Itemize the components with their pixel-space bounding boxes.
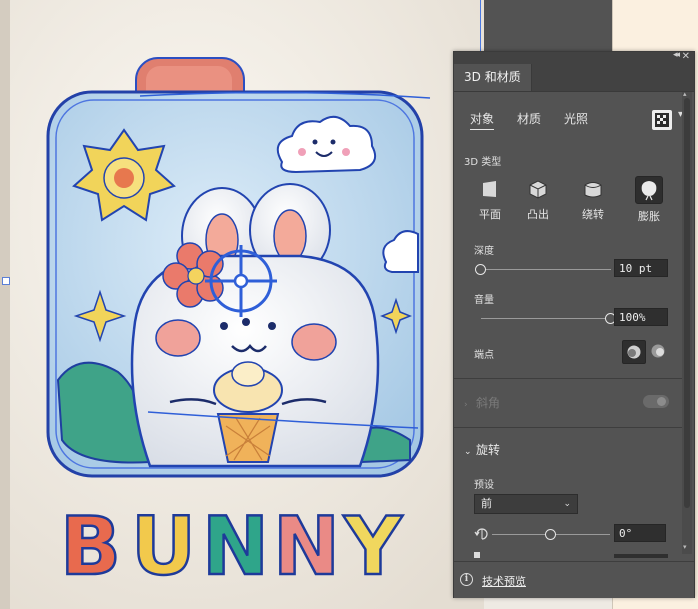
type-inflate-button[interactable]: 膨胀 (629, 176, 669, 224)
next-row-clipped (474, 548, 674, 558)
volume-slider-track[interactable] (481, 318, 611, 319)
bunny-letter: N (273, 500, 340, 593)
rotation-label: 旋转 (476, 443, 501, 457)
volume-input[interactable]: 100% (614, 308, 668, 326)
chevron-down-icon: ⌄ (464, 447, 472, 457)
cap-off-icon (651, 344, 665, 358)
tab-3d-materials[interactable]: 3D 和材质 (454, 64, 532, 91)
chevron-right-icon: › (464, 400, 468, 410)
3d-type-label: 3D 类型 (464, 157, 502, 168)
cap-on-button[interactable] (622, 340, 646, 364)
panel-tabbar: 3D 和材质 (454, 64, 694, 92)
bunny-letter: B (60, 500, 121, 593)
bunny-letter: Y (343, 500, 403, 593)
scroll-down-icon[interactable]: ▾ (683, 543, 687, 551)
type-plane-button[interactable]: 平面 (470, 176, 510, 222)
chevron-down-icon: ⌄ (563, 499, 571, 509)
rotate-axis-icon (474, 528, 488, 540)
tech-preview-link[interactable]: 技术预览 (482, 573, 526, 589)
toggle-knob (657, 397, 666, 406)
type-extrude-label: 凸出 (527, 208, 549, 221)
preset-value: 前 (481, 497, 492, 510)
panel-scrollbar[interactable]: ▴ ▾ (682, 90, 692, 554)
3d-materials-panel: ◂◂ ✕ 3D 和材质 对象 材质 光照 ▾ 3D 类型 平面 凸出 绕转 膨胀… (453, 50, 695, 598)
bunny-letter: U (131, 500, 196, 593)
cap-off-button[interactable] (647, 340, 669, 362)
plane-icon (477, 176, 503, 202)
revolve-icon (580, 176, 606, 202)
render-button[interactable] (652, 110, 672, 130)
bunny-letters: BUNNY (59, 499, 405, 595)
bevel-toggle[interactable] (643, 395, 669, 408)
panel-footer: i 技术预览 (454, 561, 694, 598)
type-plane-label: 平面 (479, 208, 501, 221)
panel-title-bar[interactable]: ◂◂ ✕ (454, 50, 694, 64)
depth-input[interactable]: 10 pt (614, 259, 668, 277)
close-panel-icon[interactable]: ✕ (682, 51, 690, 62)
type-inflate-label: 膨胀 (638, 210, 660, 223)
preset-label: 预设 (474, 480, 494, 491)
preset-select[interactable]: 前 ⌄ (474, 494, 578, 514)
subtab-material[interactable]: 材质 (517, 110, 541, 127)
subtab-object[interactable]: 对象 (470, 110, 495, 130)
bunny-letter: N (202, 500, 269, 593)
type-revolve-button[interactable]: 绕转 (573, 176, 613, 222)
depth-slider-track[interactable] (481, 269, 611, 270)
cap-on-icon (627, 345, 641, 359)
inflate-icon (635, 176, 663, 204)
rotation-section-header[interactable]: ⌄ 旋转 (464, 441, 500, 458)
type-extrude-button[interactable]: 凸出 (518, 176, 558, 222)
scroll-thumb[interactable] (684, 98, 690, 508)
scroll-up-icon[interactable]: ▴ (683, 90, 687, 98)
volume-label: 音量 (474, 295, 494, 306)
info-icon: i (460, 573, 473, 586)
anchor-point-handle[interactable] (2, 277, 10, 285)
type-revolve-label: 绕转 (582, 208, 604, 221)
pasteboard-strip (484, 0, 612, 52)
extrude-icon (525, 176, 551, 202)
section-divider (454, 427, 682, 428)
subtab-lighting[interactable]: 光照 (564, 110, 588, 127)
render-icon (655, 113, 669, 127)
depth-slider-knob[interactable] (475, 264, 486, 275)
section-divider (454, 378, 682, 379)
bevel-section-header: › 斜角 (464, 394, 500, 411)
caps-label: 端点 (474, 350, 494, 361)
rotation-angle-input[interactable]: 0° (614, 524, 666, 542)
rotation-slider-knob[interactable] (545, 529, 556, 540)
bevel-label: 斜角 (476, 396, 501, 410)
collapse-icon[interactable]: ◂◂ (673, 50, 680, 60)
depth-label: 深度 (474, 246, 494, 257)
guide-line (480, 0, 481, 52)
